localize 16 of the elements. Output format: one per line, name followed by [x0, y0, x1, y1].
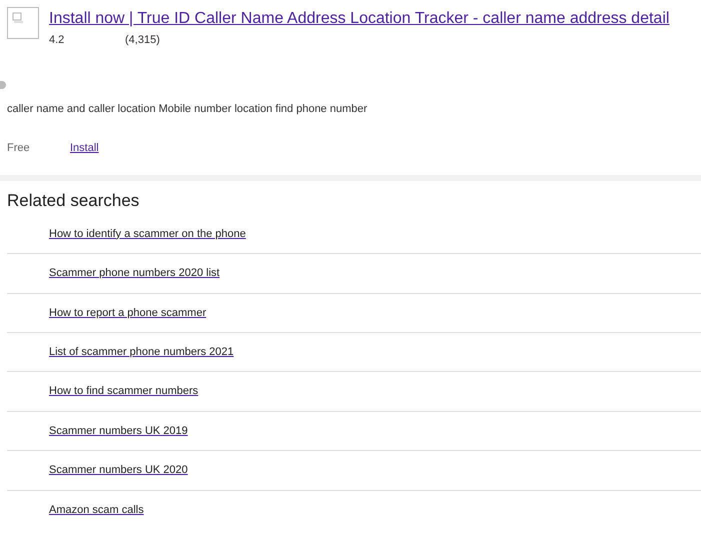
related-search-link[interactable]: Amazon scam calls [49, 502, 144, 519]
ad-description: caller name and caller location Mobile number location find phone number [7, 102, 368, 114]
rating-value: 4.2 [49, 33, 66, 48]
related-search-link[interactable]: How to find scammer numbers [49, 383, 198, 400]
related-search-link[interactable]: How to identify a scammer on the phone [49, 226, 246, 242]
related-search-link[interactable]: Scammer phone numbers 2020 list [49, 265, 220, 282]
install-link[interactable]: Install [70, 140, 99, 156]
review-count: (4,315) [125, 33, 160, 48]
ad-title-link[interactable]: Install now | True ID Caller Name Address Location Tracker - caller name address detail [49, 9, 670, 29]
related-search-link[interactable]: How to report a phone scammer [49, 304, 206, 322]
related-search-link[interactable]: Scammer numbers UK 2019 [49, 422, 188, 440]
related-search-link[interactable]: List of scammer phone numbers 2021 [49, 344, 234, 360]
price-text: Free [7, 141, 31, 156]
related-search-link[interactable]: Scammer numbers UK 2020 [49, 462, 188, 479]
section-heading: Related searches [6, 190, 140, 211]
broken-image-icon [12, 12, 24, 24]
